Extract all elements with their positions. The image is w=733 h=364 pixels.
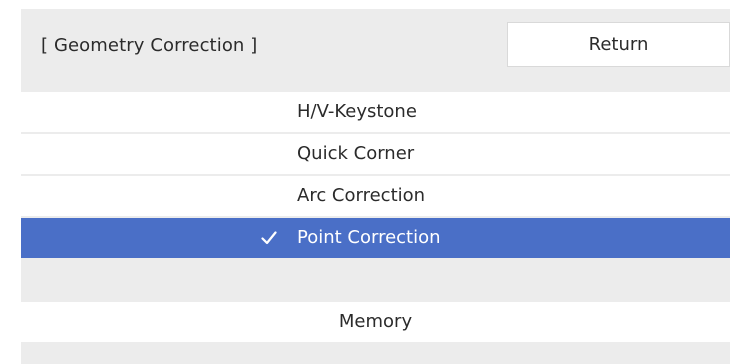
menu-item-label: Point Correction — [297, 227, 441, 248]
menu-item-label: Memory — [338, 311, 413, 332]
panel-header: [ Geometry Correction ] Return — [21, 9, 730, 92]
checkmark-icon — [261, 231, 277, 245]
geometry-correction-panel: [ Geometry Correction ] Return H/V-Keyst… — [21, 9, 730, 364]
menu-item-point-correction[interactable]: Point Correction — [21, 218, 730, 258]
menu-item-quick-corner[interactable]: Quick Corner — [21, 134, 730, 174]
menu-item-label: Arc Correction — [297, 185, 426, 206]
menu-item-hv-keystone[interactable]: H/V-Keystone — [21, 92, 730, 132]
menu-spacer — [21, 260, 730, 300]
menu-item-label: Quick Corner — [297, 143, 415, 164]
geometry-menu: H/V-Keystone Quick Corner Arc Correction… — [21, 92, 730, 344]
memory-button[interactable]: Memory — [21, 302, 730, 342]
page-title: [ Geometry Correction ] — [41, 35, 258, 56]
menu-item-label: H/V-Keystone — [297, 101, 417, 122]
return-button[interactable]: Return — [507, 22, 730, 67]
menu-item-arc-correction[interactable]: Arc Correction — [21, 176, 730, 216]
